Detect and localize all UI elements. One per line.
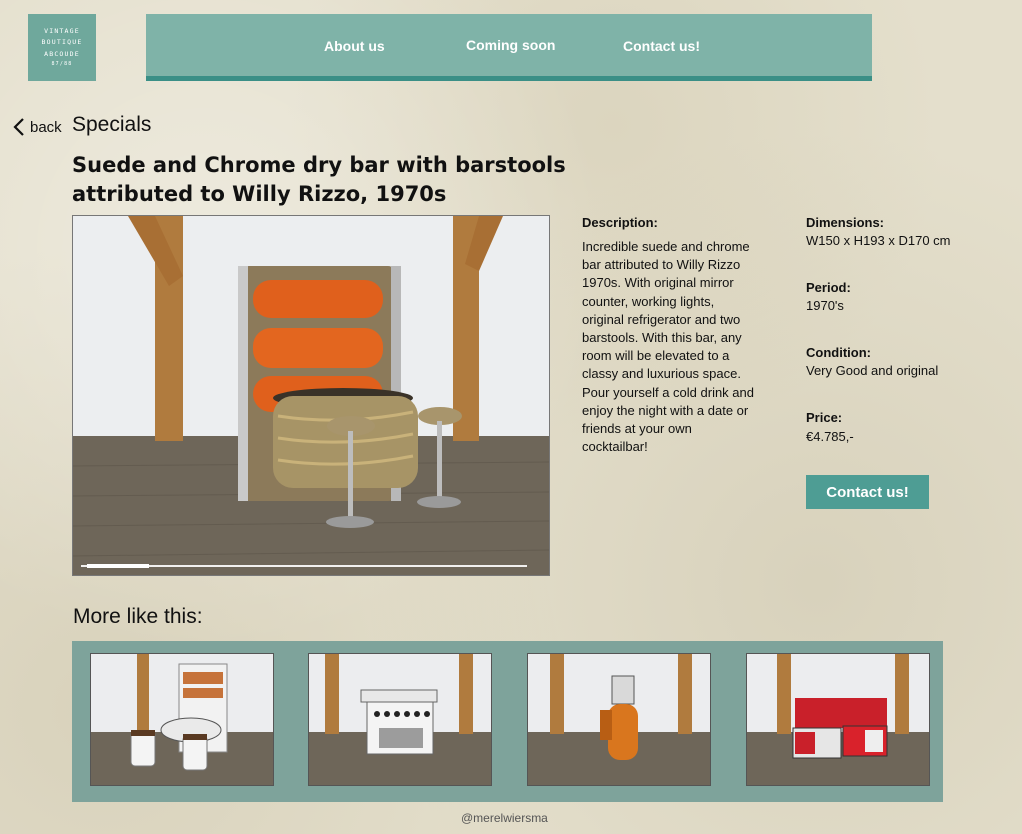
logo-line-4: 87/88 [51, 61, 73, 68]
logo-line-1: VINTAGE [44, 26, 80, 35]
price-label: Price: [806, 410, 843, 425]
description-label: Description: [582, 215, 658, 230]
period-value: 1970's [806, 298, 844, 313]
top-nav: About us Coming soon Contact us! [146, 14, 872, 81]
product-photo[interactable] [72, 215, 550, 576]
dimensions-value: W150 x H193 x D170 cm [806, 233, 951, 248]
price-value: €4.785,- [806, 429, 854, 444]
condition-value: Very Good and original [806, 363, 939, 378]
nav-coming-soon[interactable]: Coming soon [466, 37, 555, 53]
thumbnail-red-corner-bar[interactable] [746, 653, 930, 786]
dimensions-label: Dimensions: [806, 215, 885, 230]
thumbnail-orange-vanity[interactable] [527, 653, 711, 786]
condition-label: Condition: [806, 345, 871, 360]
nav-about-us[interactable]: About us [324, 38, 385, 54]
thumbnail-white-bar-cabinet[interactable] [90, 653, 274, 786]
contact-button[interactable]: Contact us! [806, 475, 929, 509]
product-title: Suede and Chrome dry bar with barstools … [72, 153, 566, 206]
more-like-this-panel [72, 641, 943, 802]
more-like-this-title: More like this: [73, 605, 203, 628]
gallery-progress[interactable] [87, 564, 149, 568]
period-label: Period: [806, 280, 851, 295]
logo-line-2: BOUTIQUE [41, 38, 83, 47]
section-title: Specials [72, 113, 152, 136]
description-text: Incredible suede and chrome bar attribut… [582, 239, 754, 455]
credit-text: @merelwiersma [461, 811, 548, 825]
nav-contact-us[interactable]: Contact us! [623, 38, 700, 54]
logo[interactable]: VINTAGE BOUTIQUE ABCOUDE 87/88 [28, 14, 96, 81]
chevron-left-icon [13, 118, 24, 136]
back-button[interactable]: back [12, 117, 62, 137]
back-label: back [30, 118, 62, 136]
thumbnail-white-dry-bar[interactable] [308, 653, 492, 786]
logo-line-3: ABCOUDE [44, 49, 80, 58]
